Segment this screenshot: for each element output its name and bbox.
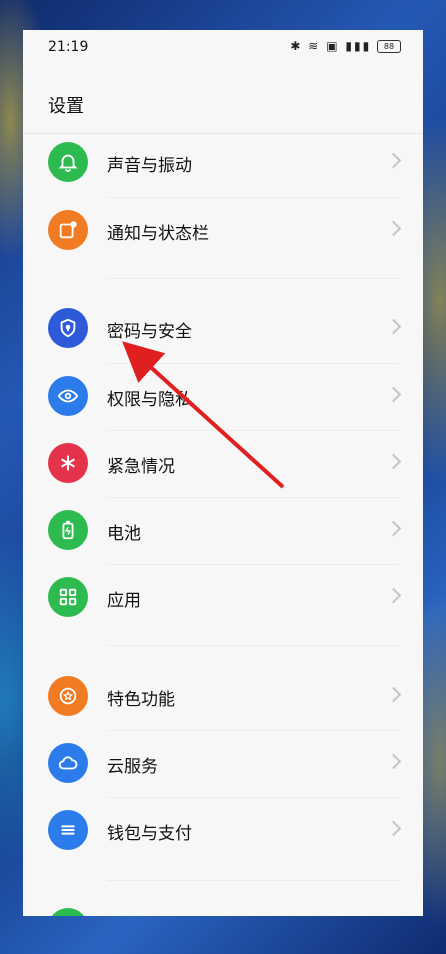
settings-item-apps[interactable]: 应用: [23, 565, 423, 631]
settings-item-cloud[interactable]: 云服务: [23, 731, 423, 797]
settings-item-battery[interactable]: 电池: [23, 498, 423, 564]
settings-screen: 21:19 ✱ ≋ ▣ ▮▮▮ 88 设置 声音与振动 通知与状态栏 密码与安全: [23, 30, 423, 916]
hd-icon: ▣: [326, 39, 340, 53]
group-divider: [107, 645, 399, 646]
chevron-right-icon: [385, 318, 402, 335]
bell-icon: [48, 142, 88, 182]
next-item-icon-partial: [48, 908, 88, 916]
battery-icon: [48, 510, 88, 550]
chevron-right-icon: [385, 453, 402, 470]
eye-lock-icon: [48, 376, 88, 416]
star-icon: [48, 676, 88, 716]
group-divider: [107, 880, 399, 881]
item-label: 电池: [107, 524, 141, 544]
item-label: 钱包与支付: [107, 824, 192, 844]
item-label: 云服务: [107, 757, 158, 777]
notification-icon: [48, 210, 88, 250]
item-label: 特色功能: [107, 690, 175, 710]
chevron-right-icon: [385, 386, 402, 403]
item-label: 通知与状态栏: [107, 224, 209, 244]
chevron-right-icon: [385, 220, 402, 237]
settings-item-sound[interactable]: 声音与振动: [23, 130, 423, 196]
item-label: 应用: [107, 591, 141, 611]
settings-item-emergency[interactable]: 紧急情况: [23, 431, 423, 497]
status-bar: 21:19 ✱ ≋ ▣ ▮▮▮ 88: [23, 30, 423, 66]
chevron-right-icon: [385, 753, 402, 770]
5g-signal-icon: ▮▮▮: [345, 39, 372, 53]
chevron-right-icon: [385, 820, 402, 837]
grid-icon: [48, 577, 88, 617]
chevron-right-icon: [385, 686, 402, 703]
wifi-icon: ≋: [308, 39, 321, 53]
item-label: 密码与安全: [107, 322, 192, 342]
cloud-icon: [48, 743, 88, 783]
status-icons: ✱ ≋ ▣ ▮▮▮ 88: [290, 39, 401, 53]
settings-item-privacy[interactable]: 权限与隐私: [23, 364, 423, 430]
chevron-right-icon: [385, 520, 402, 537]
item-label: 声音与振动: [107, 156, 192, 176]
wallet-icon: [48, 810, 88, 850]
asterisk-icon: [48, 443, 88, 483]
status-time: 21:19: [48, 39, 89, 55]
shield-icon: [48, 308, 88, 348]
group-divider: [107, 278, 399, 279]
bluetooth-icon: ✱: [290, 39, 303, 53]
item-label: 紧急情况: [107, 457, 175, 477]
battery-status-icon: 88: [377, 40, 401, 53]
settings-item-notifications[interactable]: 通知与状态栏: [23, 198, 423, 264]
page-title: 设置: [48, 96, 84, 117]
settings-item-password-security[interactable]: 密码与安全: [23, 296, 423, 362]
settings-item-wallet[interactable]: 钱包与支付: [23, 798, 423, 864]
item-label: 权限与隐私: [107, 390, 192, 410]
settings-item-features[interactable]: 特色功能: [23, 664, 423, 730]
chevron-right-icon: [385, 152, 402, 169]
chevron-right-icon: [385, 587, 402, 604]
